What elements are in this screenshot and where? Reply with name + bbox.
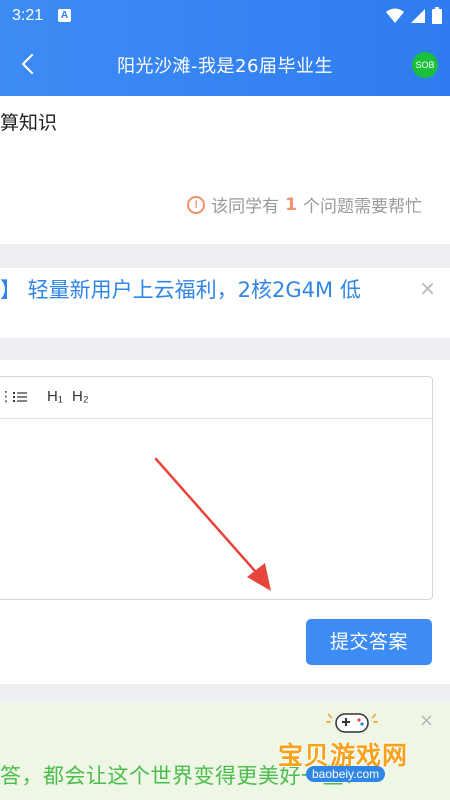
- annotation-arrow: [154, 457, 271, 591]
- submit-answer-button[interactable]: 提交答案: [306, 619, 432, 665]
- ordered-list-icon[interactable]: ⋮: [0, 389, 13, 405]
- help-suffix: 个问题需要帮忙: [303, 197, 422, 217]
- help-count: 1: [285, 194, 297, 215]
- status-time: 3:21: [12, 7, 44, 24]
- section-divider: [0, 338, 450, 360]
- promo-text[interactable]: 】 轻量新用户上云福利，2核2G4M 低: [0, 274, 361, 304]
- help-prefix: 该同学有: [211, 197, 280, 217]
- app-bar: 阳光沙滩-我是26届毕业生 SOB: [0, 32, 450, 96]
- heading1-button[interactable]: H₁: [47, 388, 63, 405]
- signal-icon: [411, 8, 425, 23]
- help-status: ! 该同学有 1 个问题需要帮忙: [187, 192, 422, 217]
- section-divider: [0, 684, 450, 702]
- page-title: 阳光沙滩-我是26届毕业生: [117, 56, 333, 77]
- editor-toolbar: ⋮ H₁ H₂: [0, 377, 432, 419]
- section-divider: [0, 244, 450, 268]
- bullet-list-icon[interactable]: [13, 391, 27, 403]
- battery-icon: [432, 7, 442, 24]
- question-text: 算知识: [0, 112, 58, 134]
- app-notification-icon: A: [58, 9, 71, 22]
- heading2-button[interactable]: H₂: [72, 388, 89, 405]
- watermark-url: baobeiy.com: [306, 766, 386, 782]
- promo-close-icon[interactable]: ×: [419, 276, 436, 300]
- status-icons: [386, 7, 442, 24]
- status-bar: 3:21 A: [0, 0, 450, 32]
- avatar[interactable]: SOB: [412, 52, 438, 78]
- warning-icon: !: [187, 195, 206, 214]
- promo-banner[interactable]: 】 轻量新用户上云福利，2核2G4M 低 ×: [0, 268, 450, 318]
- watermark: 宝贝游戏网 baobeiy.com: [272, 708, 442, 788]
- wifi-icon: [386, 8, 404, 23]
- gamepad-icon: [326, 713, 378, 733]
